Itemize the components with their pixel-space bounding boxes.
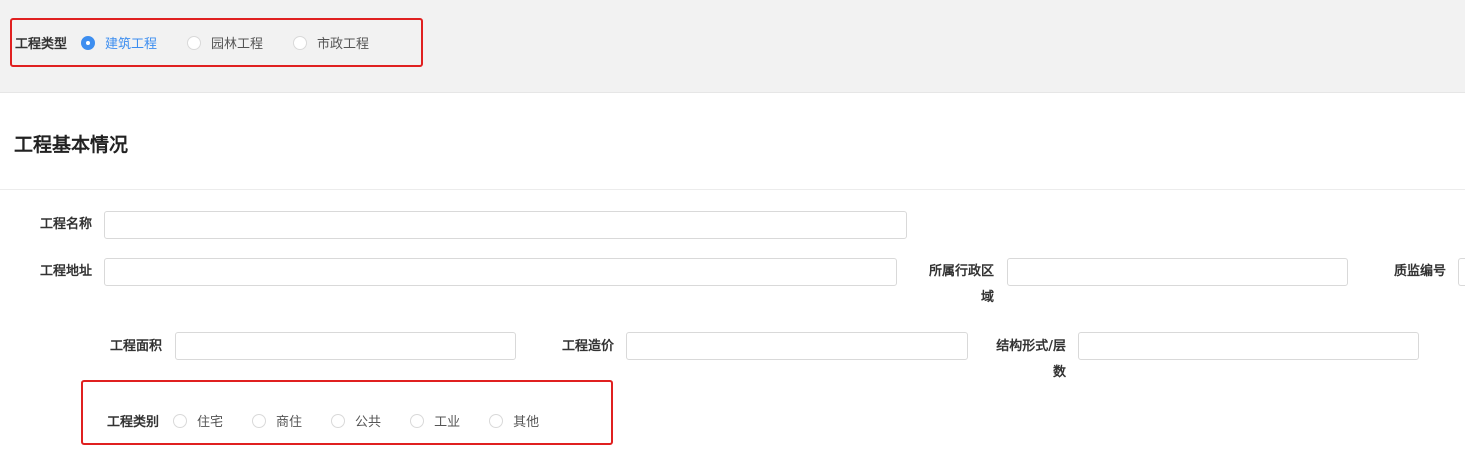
qc-number-label: 质监编号 — [1393, 264, 1446, 279]
radio-other[interactable]: 其他 — [489, 411, 539, 430]
region-label: 所属行政区域 — [928, 264, 994, 305]
radio-label: 其他 — [513, 415, 540, 430]
project-area-label: 工程面积 — [109, 339, 162, 354]
project-type-label: 工程类型 — [15, 37, 68, 52]
radio-label: 园林工程 — [211, 37, 264, 52]
section-divider — [0, 189, 1465, 190]
radio-label: 建筑工程 — [105, 37, 158, 52]
section-title: 工程基本情况 — [14, 134, 129, 156]
radio-public[interactable]: 公共 — [331, 411, 381, 430]
radio-unchecked-icon — [252, 413, 267, 428]
radio-unchecked-icon — [489, 413, 504, 428]
radio-commercial-residential[interactable]: 商住 — [252, 411, 302, 430]
radio-label: 住宅 — [197, 415, 224, 430]
radio-unchecked-icon — [187, 35, 202, 50]
project-category-radio-group: 工程类别 住宅 商住 公共 工业 其他 — [107, 411, 539, 430]
radio-label: 市政工程 — [317, 37, 370, 52]
radio-building-project[interactable]: 建筑工程 — [81, 33, 157, 52]
project-cost-input[interactable] — [626, 332, 968, 360]
radio-label: 公共 — [355, 415, 382, 430]
radio-landscape-project[interactable]: 园林工程 — [187, 33, 263, 52]
project-name-label: 工程名称 — [39, 217, 92, 232]
qc-number-input[interactable] — [1458, 258, 1465, 286]
radio-unchecked-icon — [331, 413, 346, 428]
radio-checked-icon — [81, 35, 96, 50]
radio-unchecked-icon — [410, 413, 425, 428]
radio-unchecked-icon — [173, 413, 188, 428]
project-area-input[interactable] — [175, 332, 516, 360]
top-filter-bar: 工程类型 建筑工程 园林工程 市政工程 — [0, 0, 1465, 93]
project-type-radio-group: 工程类型 建筑工程 园林工程 市政工程 — [15, 33, 369, 52]
project-cost-label: 工程造价 — [561, 339, 614, 354]
project-address-input[interactable] — [104, 258, 897, 286]
radio-industrial[interactable]: 工业 — [410, 411, 460, 430]
radio-label: 商住 — [276, 415, 303, 430]
region-input[interactable] — [1007, 258, 1348, 286]
project-category-label: 工程类别 — [107, 415, 160, 430]
project-name-input[interactable] — [104, 211, 907, 239]
radio-residential[interactable]: 住宅 — [173, 411, 223, 430]
radio-label: 工业 — [434, 415, 461, 430]
project-address-label: 工程地址 — [39, 264, 92, 279]
structure-input[interactable] — [1078, 332, 1419, 360]
radio-unchecked-icon — [293, 35, 308, 50]
radio-municipal-project[interactable]: 市政工程 — [293, 33, 369, 52]
structure-label: 结构形式/层数 — [996, 339, 1066, 380]
